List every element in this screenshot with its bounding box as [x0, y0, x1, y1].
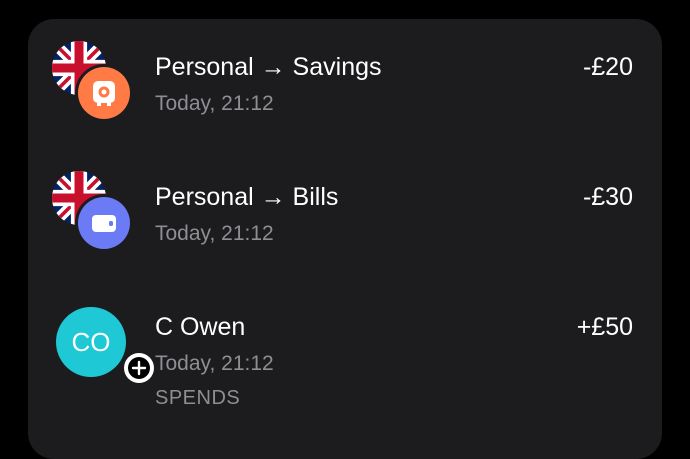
wallet-icon: [92, 215, 116, 232]
transaction-time: Today, 21:12: [155, 222, 274, 245]
transaction-row-c-owen[interactable]: CO C Owen Today, 21:12 SPENDS +£50: [28, 301, 662, 411]
transactions-card: Personal → Savings Today, 21:12 -£20 Per…: [28, 19, 662, 459]
plus-badge: [124, 353, 154, 383]
transaction-avatar: CO: [52, 301, 154, 383]
transaction-avatar: [52, 41, 132, 121]
transaction-title: Personal → Savings: [155, 53, 382, 81]
transaction-row-savings[interactable]: Personal → Savings Today, 21:12 -£20: [28, 41, 662, 151]
transaction-title: Personal → Bills: [155, 183, 339, 211]
transaction-avatar: [52, 171, 132, 251]
contact-initials-avatar: CO: [56, 307, 126, 377]
transaction-amount: -£30: [582, 183, 633, 211]
transaction-time: Today, 21:12: [155, 92, 274, 115]
transaction-row-bills[interactable]: Personal → Bills Today, 21:12 -£30: [28, 171, 662, 281]
transaction-time: Today, 21:12: [155, 352, 274, 375]
safe-icon: [93, 81, 115, 106]
plus-icon: [128, 357, 150, 379]
transaction-amount: +£50: [576, 313, 633, 341]
transaction-title: C Owen: [155, 313, 246, 341]
pocket-badge: [78, 67, 130, 119]
transaction-category-tag: SPENDS: [155, 387, 241, 409]
pocket-badge: [78, 197, 130, 249]
transaction-amount: -£20: [582, 53, 633, 81]
